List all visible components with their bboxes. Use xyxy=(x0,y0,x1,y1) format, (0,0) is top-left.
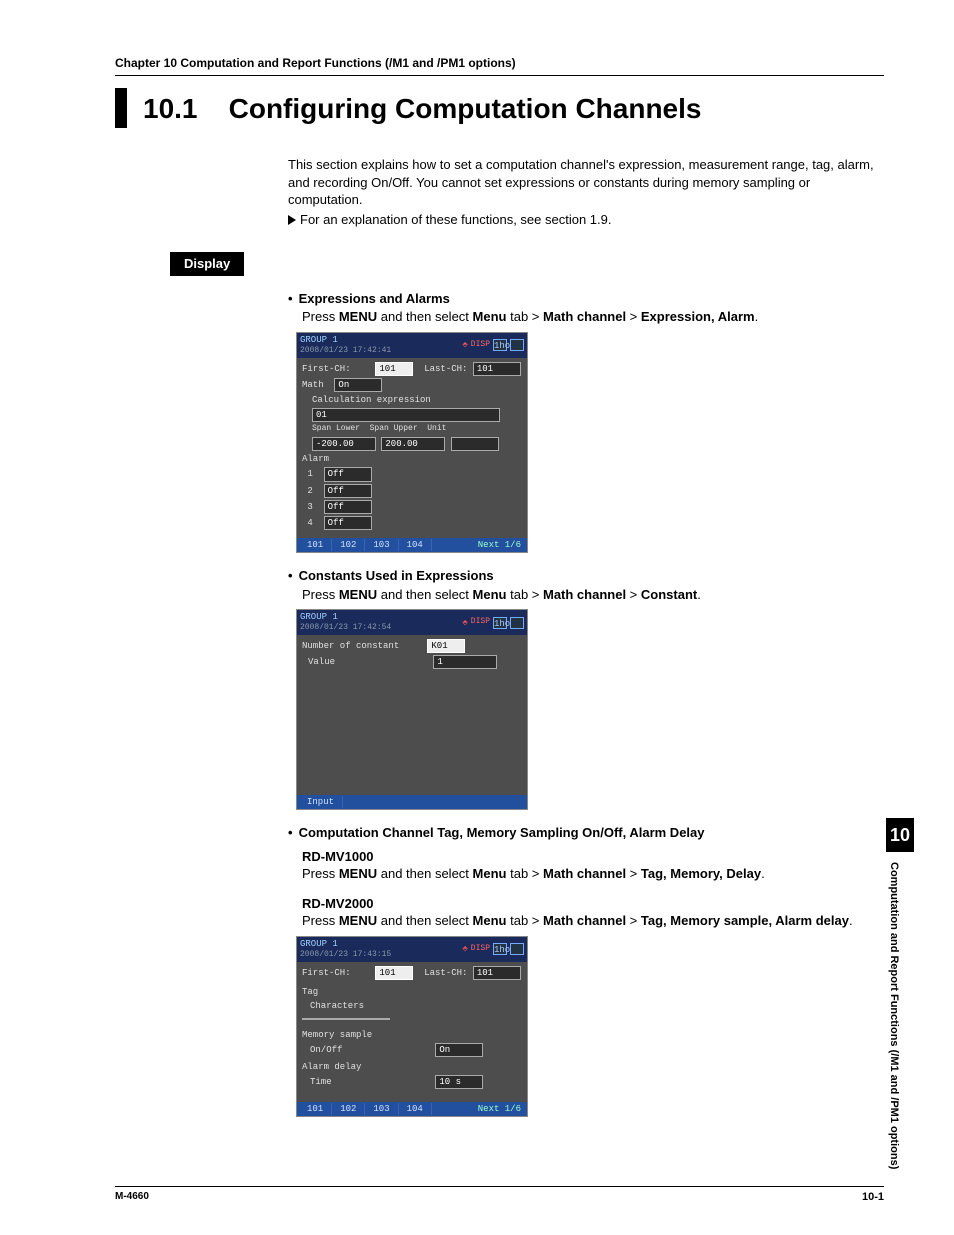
item-tag-memory-delay: • Computation Channel Tag, Memory Samplin… xyxy=(288,824,884,1117)
display-heading: Display xyxy=(170,252,244,276)
tag-chars-field[interactable] xyxy=(302,1018,390,1020)
model-label: RD-MV2000 xyxy=(302,895,884,913)
scr-disp-label: DISP xyxy=(471,340,490,351)
scr-time-btn: 1hour xyxy=(493,617,507,629)
item-title: Computation Channel Tag, Memory Sampling… xyxy=(299,825,705,840)
scr-status-icon: ⬘ xyxy=(462,617,467,629)
chapter-tab-label: Computation and Report Functions (/M1 an… xyxy=(886,852,901,1169)
scr-tab[interactable]: 101 xyxy=(299,1103,332,1115)
chapter-side-tab: 10 Computation and Report Functions (/M1… xyxy=(886,818,914,1170)
scr-tab[interactable]: 104 xyxy=(399,539,432,551)
title-accent-bar xyxy=(115,88,127,128)
section-title: 10.1 Configuring Computation Channels xyxy=(143,88,701,128)
doc-id: M-4660 xyxy=(115,1190,149,1205)
device-screenshot-2: GROUP 1 2008/01/23 17:42:54 ⬘ DISP 1hour… xyxy=(296,609,528,810)
scr-group: GROUP 1 xyxy=(300,334,391,346)
scr-tab[interactable]: 104 xyxy=(399,1103,432,1115)
item-title: Expressions and Alarms xyxy=(299,291,450,306)
menu-path: Press MENU and then select Menu tab > Ma… xyxy=(302,912,884,930)
first-ch-field[interactable]: 101 xyxy=(375,966,413,980)
intro-xref: For an explanation of these functions, s… xyxy=(288,211,884,229)
item-title: Constants Used in Expressions xyxy=(299,568,494,583)
item-constants: • Constants Used in Expressions Press MEN… xyxy=(288,567,884,810)
scr-next[interactable]: Next 1/6 xyxy=(474,1103,525,1115)
math-field[interactable]: On xyxy=(334,378,382,392)
scr-tool-icon xyxy=(510,943,524,955)
scr-group: GROUP 1 xyxy=(300,611,391,623)
scr-tab[interactable]: 102 xyxy=(332,539,365,551)
delay-time-field[interactable]: 10 s xyxy=(435,1075,483,1089)
scr-status-icon: ⬘ xyxy=(462,943,467,955)
constant-number-field[interactable]: K01 xyxy=(427,639,465,653)
scr-group: GROUP 1 xyxy=(300,938,391,950)
calc-expr-field[interactable]: 01 xyxy=(312,408,500,422)
scr-tab[interactable]: 101 xyxy=(299,539,332,551)
alarm-1-field[interactable]: Off xyxy=(324,467,372,481)
scr-tab[interactable]: 103 xyxy=(365,539,398,551)
section-title-text: Configuring Computation Channels xyxy=(229,93,702,124)
page-number: 10-1 xyxy=(862,1190,884,1205)
chapter-tab-number: 10 xyxy=(886,818,914,852)
device-screenshot-3: GROUP 1 2008/01/23 17:43:15 ⬘ DISP 1hour… xyxy=(296,936,528,1117)
last-ch-field[interactable]: 101 xyxy=(473,966,521,980)
scr-next[interactable]: Next 1/6 xyxy=(474,539,525,551)
intro-paragraph: This section explains how to set a compu… xyxy=(288,156,884,209)
device-screenshot-1: GROUP 1 2008/01/23 17:42:41 ⬘ DISP 1hour… xyxy=(296,332,528,553)
scr-status-icon: ⬘ xyxy=(462,339,467,351)
bullet-icon: • xyxy=(288,291,293,306)
unit-field[interactable] xyxy=(451,437,499,451)
mem-onoff-field[interactable]: On xyxy=(435,1043,483,1057)
scr-tool-icon xyxy=(510,617,524,629)
first-ch-field[interactable]: 101 xyxy=(375,362,413,376)
scr-timestamp: 2008/01/23 17:43:15 xyxy=(300,950,391,961)
scr-tab[interactable]: 103 xyxy=(365,1103,398,1115)
menu-path: Press MENU and then select Menu tab > Ma… xyxy=(302,586,884,604)
scr-tool-icon xyxy=(510,339,524,351)
section-number: 10.1 xyxy=(143,93,198,124)
model-label: RD-MV1000 xyxy=(302,848,884,866)
scr-time-btn: 1hour xyxy=(493,339,507,351)
item-expressions-alarms: • Expressions and Alarms Press MENU and t… xyxy=(288,290,884,553)
triangle-icon xyxy=(288,215,296,225)
alarm-4-field[interactable]: Off xyxy=(324,516,372,530)
scr-tab[interactable]: Input xyxy=(299,796,343,808)
chapter-header: Chapter 10 Computation and Report Functi… xyxy=(115,55,884,76)
scr-timestamp: 2008/01/23 17:42:41 xyxy=(300,346,391,357)
menu-path: Press MENU and then select Menu tab > Ma… xyxy=(302,308,884,326)
scr-time-btn: 1hour xyxy=(493,943,507,955)
span-upper-field[interactable]: 200.00 xyxy=(381,437,445,451)
page-footer: M-4660 10-1 xyxy=(115,1186,884,1205)
scr-tab[interactable]: 102 xyxy=(332,1103,365,1115)
intro-text: This section explains how to set a compu… xyxy=(288,156,884,228)
menu-path: Press MENU and then select Menu tab > Ma… xyxy=(302,865,884,883)
scr-disp-label: DISP xyxy=(471,617,490,628)
scr-disp-label: DISP xyxy=(471,944,490,955)
scr-timestamp: 2008/01/23 17:42:54 xyxy=(300,623,391,634)
alarm-3-field[interactable]: Off xyxy=(324,500,372,514)
bullet-icon: • xyxy=(288,568,293,583)
section-title-row: 10.1 Configuring Computation Channels xyxy=(115,88,884,128)
last-ch-field[interactable]: 101 xyxy=(473,362,521,376)
constant-value-field[interactable]: 1 xyxy=(433,655,497,669)
alarm-2-field[interactable]: Off xyxy=(324,484,372,498)
bullet-icon: • xyxy=(288,825,293,840)
span-lower-field[interactable]: -200.00 xyxy=(312,437,376,451)
